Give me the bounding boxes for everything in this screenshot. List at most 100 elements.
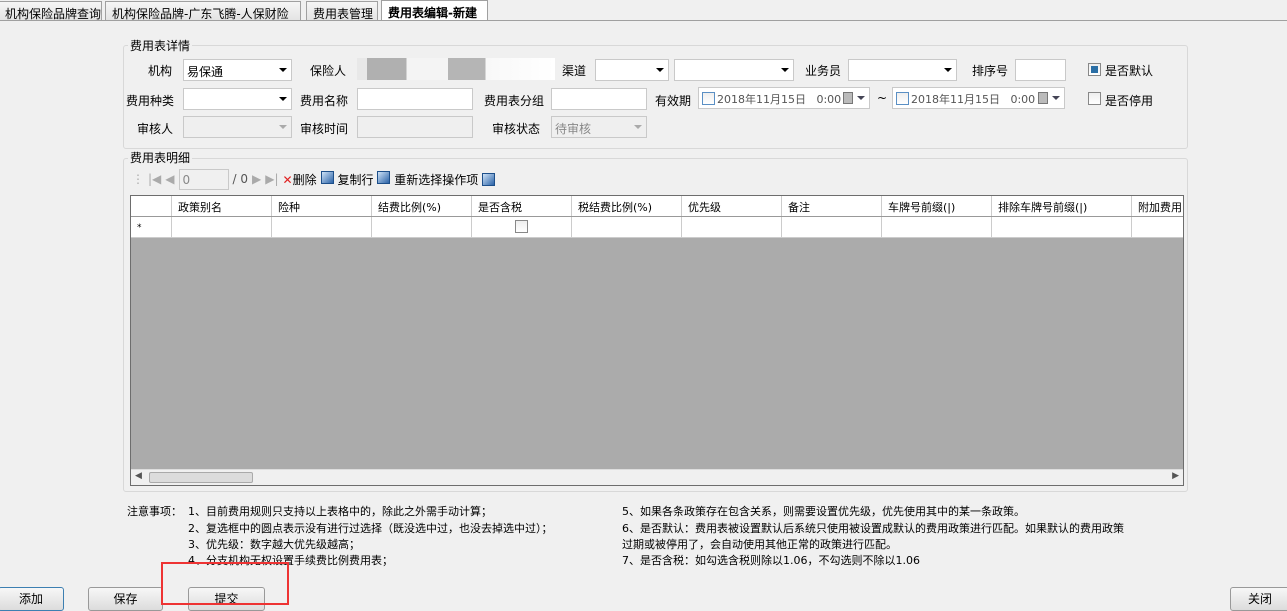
column-header[interactable]: 是否含税 [472, 196, 572, 216]
column-header[interactable]: 附加费用 [1132, 196, 1183, 216]
fee-type-select[interactable] [183, 88, 292, 110]
copy-row-label: 复制行 [337, 172, 374, 187]
grip-icon: ⋮ [132, 172, 144, 186]
last-page-icon[interactable]: ▶| [265, 172, 278, 186]
date-to-picker[interactable]: 2018年11月15日 0:00 [892, 87, 1065, 109]
default-checkbox[interactable] [1088, 63, 1101, 76]
next-page-icon[interactable]: ▶ [252, 172, 261, 186]
new-row-marker: * [131, 217, 172, 238]
grid-cell[interactable] [782, 217, 882, 238]
group-label: 费用表分组 [484, 94, 545, 108]
review-status-label: 审核状态 [492, 122, 541, 136]
row-header-corner [131, 196, 172, 216]
grid-cell[interactable] [372, 217, 472, 238]
grid-cell[interactable] [992, 217, 1132, 238]
save-button[interactable]: 保存 [88, 587, 163, 611]
chevron-down-icon [279, 68, 287, 72]
fee-detail-grid[interactable]: 政策别名 险种 结费比例(%) 是否含税 税结费比例(%) 优先级 备注 车牌号… [130, 195, 1184, 486]
reviewer-select[interactable] [183, 116, 292, 138]
date-from-checkbox[interactable] [702, 92, 715, 105]
fee-type-label: 费用种类 [126, 94, 175, 108]
tab-divider [0, 20, 1287, 21]
review-status-value: 待审核 [555, 122, 592, 136]
grid-cell[interactable] [682, 217, 782, 238]
chevron-down-icon [781, 68, 789, 72]
date-to-checkbox[interactable] [896, 92, 909, 105]
chevron-down-icon [944, 68, 952, 72]
date-from-picker[interactable]: 2018年11月15日 0:00 [698, 87, 870, 109]
chevron-down-icon [634, 125, 642, 129]
tab-brand-detail[interactable]: 机构保险品牌-广东飞腾-人保财险 [105, 1, 301, 21]
reselect-button[interactable]: 重新选择操作项 [377, 170, 478, 188]
tab-fee-management[interactable]: 费用表管理 [306, 1, 378, 21]
salesman-select[interactable] [848, 59, 957, 81]
add-button[interactable]: 添加 [0, 587, 64, 611]
tab-fee-edit-new[interactable]: 费用表编辑-新建 [381, 0, 488, 21]
column-header[interactable]: 险种 [272, 196, 372, 216]
review-time-input[interactable] [357, 116, 473, 138]
new-row[interactable]: * [131, 217, 1183, 238]
note-item: 7、是否含税：如勾选含税则除以1.06，不勾选则不除以1.06 [622, 554, 920, 567]
grid-toolbar: ⋮ |◀ ◀ 0 / 0 ▶ ▶| ✕删除 复制行 重新选择操作项 [132, 168, 496, 190]
column-header[interactable]: 优先级 [682, 196, 782, 216]
notes-title: 注意事项： [127, 505, 182, 518]
horizontal-scrollbar[interactable]: ◀ ▶ [131, 469, 1183, 485]
column-header[interactable]: 政策别名 [172, 196, 272, 216]
sort-input[interactable] [1015, 59, 1066, 81]
grid-cell[interactable] [572, 217, 682, 238]
org-value: 易保通 [187, 65, 224, 79]
grid-cell[interactable] [1132, 217, 1183, 238]
note-item: 1、目前费用规则只支持以上表格中的，除此之外需手动计算； [188, 505, 492, 518]
date-from-value: 2018年11月15日 0:00 [717, 93, 842, 106]
grid-cell[interactable] [172, 217, 272, 238]
column-header[interactable]: 排除车牌号前缀(|) [992, 196, 1132, 216]
copy-row-button[interactable]: 复制行 [320, 170, 374, 188]
chevron-down-icon [1052, 96, 1060, 100]
first-page-icon[interactable]: |◀ [148, 172, 161, 186]
column-header[interactable]: 税结费比例(%) [572, 196, 682, 216]
column-header[interactable]: 车牌号前缀(|) [882, 196, 992, 216]
delete-button[interactable]: ✕删除 [283, 171, 317, 188]
column-header[interactable]: 结费比例(%) [372, 196, 472, 216]
grid-cell[interactable] [882, 217, 992, 238]
sort-label: 排序号 [972, 64, 1009, 78]
note-item: 6、是否默认：费用表被设置默认后系统只使用被设置成默认的费用政策进行匹配。如果默… [622, 522, 1124, 535]
chevron-down-icon [279, 125, 287, 129]
review-time-label: 审核时间 [300, 122, 349, 136]
insurer-field-redacted[interactable] [357, 58, 555, 80]
note-item: 2、复选框中的圆点表示没有进行过选择（既没选中过，也没去掉选中过）； [188, 522, 553, 535]
channel-select[interactable] [595, 59, 669, 81]
scroll-right-icon[interactable]: ▶ [1172, 471, 1179, 481]
grid-cell[interactable] [472, 217, 572, 238]
date-range-separator: ~ [877, 91, 888, 105]
org-select[interactable]: 易保通 [183, 59, 292, 81]
details-legend: 费用表详情 [128, 37, 193, 54]
image-icon[interactable] [482, 172, 496, 186]
reviewer-label: 审核人 [137, 122, 174, 136]
channel-label: 渠道 [562, 64, 587, 78]
delete-label: 删除 [292, 172, 317, 187]
chevron-down-icon [656, 68, 664, 72]
scroll-left-icon[interactable]: ◀ [135, 471, 142, 481]
page-total: / 0 [232, 172, 249, 186]
tax-checkbox[interactable] [515, 220, 528, 233]
delete-icon: ✕ [282, 172, 293, 187]
disabled-checkbox[interactable] [1088, 92, 1101, 105]
grid-cell[interactable] [272, 217, 372, 238]
review-status-select[interactable]: 待审核 [551, 116, 647, 138]
chevron-down-icon [279, 97, 287, 101]
tab-brand-query[interactable]: 机构保险品牌查询 [0, 1, 102, 21]
column-header[interactable]: 备注 [782, 196, 882, 216]
prev-page-icon[interactable]: ◀ [165, 172, 174, 186]
page-input[interactable]: 0 [178, 168, 229, 190]
highlight-box [161, 562, 289, 605]
calendar-icon[interactable] [1038, 92, 1048, 104]
image-icon [320, 170, 334, 184]
calendar-icon[interactable] [843, 92, 853, 104]
scrollbar-thumb[interactable] [149, 472, 253, 483]
fee-name-input[interactable] [357, 88, 473, 110]
group-input[interactable] [551, 88, 647, 110]
insurer-label: 保险人 [310, 64, 347, 78]
close-button[interactable]: 关闭 [1230, 587, 1287, 611]
channel-sub-select[interactable] [674, 59, 794, 81]
